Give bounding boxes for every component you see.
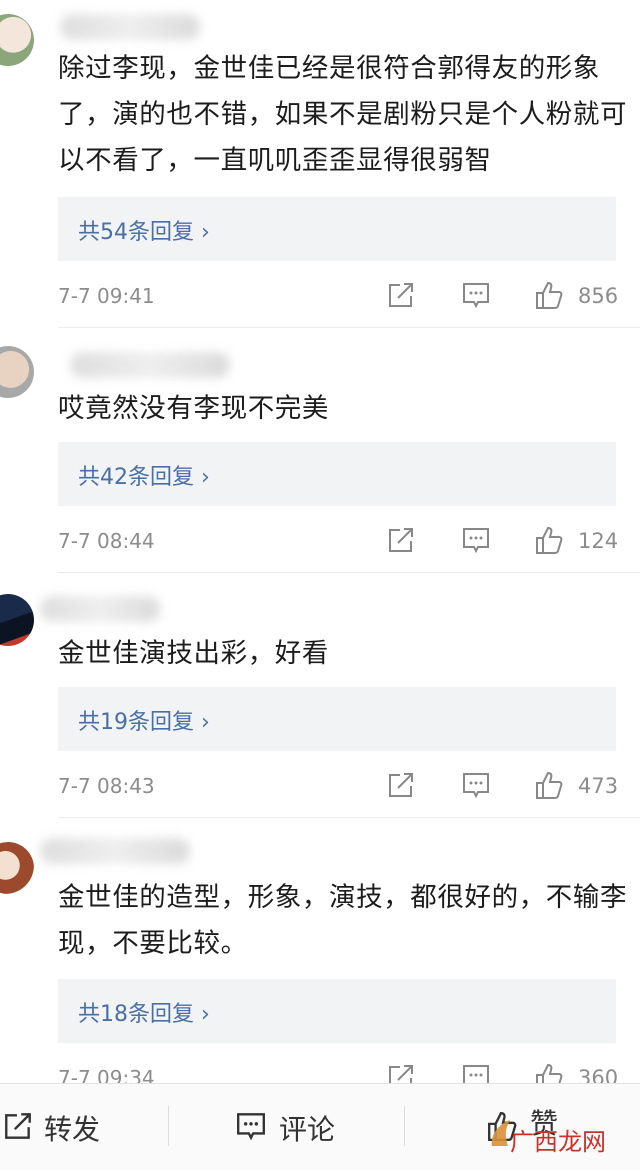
separator [168,1106,169,1146]
view-replies-button[interactable]: 共19条回复 › [58,687,616,751]
comment-meta: 7-7 08:44 124 [58,523,618,563]
comment-text: 除过李现，金世佳已经是很符合郭得友的形象了，演的也不错，如果不是剧粉只是个人粉就… [58,53,628,176]
replies-label: 共18条回复 › [78,1002,210,1027]
watermark-text: 广西龙网 [510,1128,606,1156]
like-count: 856 [578,284,619,308]
username-blurred[interactable] [40,838,190,864]
share-icon[interactable] [386,525,416,555]
replies-label: 共54条回复 › [78,220,210,245]
like-icon[interactable] [534,280,564,310]
username-blurred[interactable] [70,352,230,378]
avatar[interactable] [0,594,34,646]
divider [58,817,640,818]
comment-meta: 7-7 08:43 473 [58,768,618,808]
forward-label: 转发 [44,1113,101,1146]
comment-icon[interactable] [461,280,491,310]
comment-time: 7-7 08:43 [58,774,155,798]
username-blurred[interactable] [60,14,200,40]
comment-text: 金世佳演技出彩，好看 [58,638,329,669]
like-icon[interactable] [534,770,564,800]
view-replies-button[interactable]: 共54条回复 › [58,197,616,261]
comment-icon[interactable] [461,770,491,800]
comment-label: 评论 [279,1113,336,1146]
avatar[interactable] [0,842,34,894]
forward-icon [5,1113,31,1139]
avatar[interactable] [0,14,34,66]
divider [58,572,640,573]
comment-text: 哎竟然没有李现不完美 [58,393,329,424]
avatar[interactable] [0,346,34,398]
like-icon[interactable] [534,525,564,555]
comment-meta: 7-7 09:41 856 [58,278,618,318]
like-count: 473 [578,774,619,798]
comment-icon[interactable] [461,525,491,555]
comment-button[interactable]: 评论 [235,1108,355,1148]
replies-label: 共42条回复 › [78,465,210,490]
comment-icon [237,1113,265,1141]
comment-time: 7-7 08:44 [58,529,155,553]
view-replies-button[interactable]: 共42条回复 › [58,442,616,506]
like-count: 124 [578,529,619,553]
comment-text: 金世佳的造型，形象，演技，都很好的，不输李现，不要比较。 [58,882,628,959]
replies-label: 共19条回复 › [78,710,210,735]
separator [404,1106,405,1146]
username-blurred[interactable] [40,596,160,622]
comment-time: 7-7 09:41 [58,284,155,308]
forward-button[interactable]: 转发 [0,1108,120,1148]
divider [58,327,640,328]
share-icon[interactable] [386,770,416,800]
share-icon[interactable] [386,280,416,310]
view-replies-button[interactable]: 共18条回复 › [58,979,616,1043]
